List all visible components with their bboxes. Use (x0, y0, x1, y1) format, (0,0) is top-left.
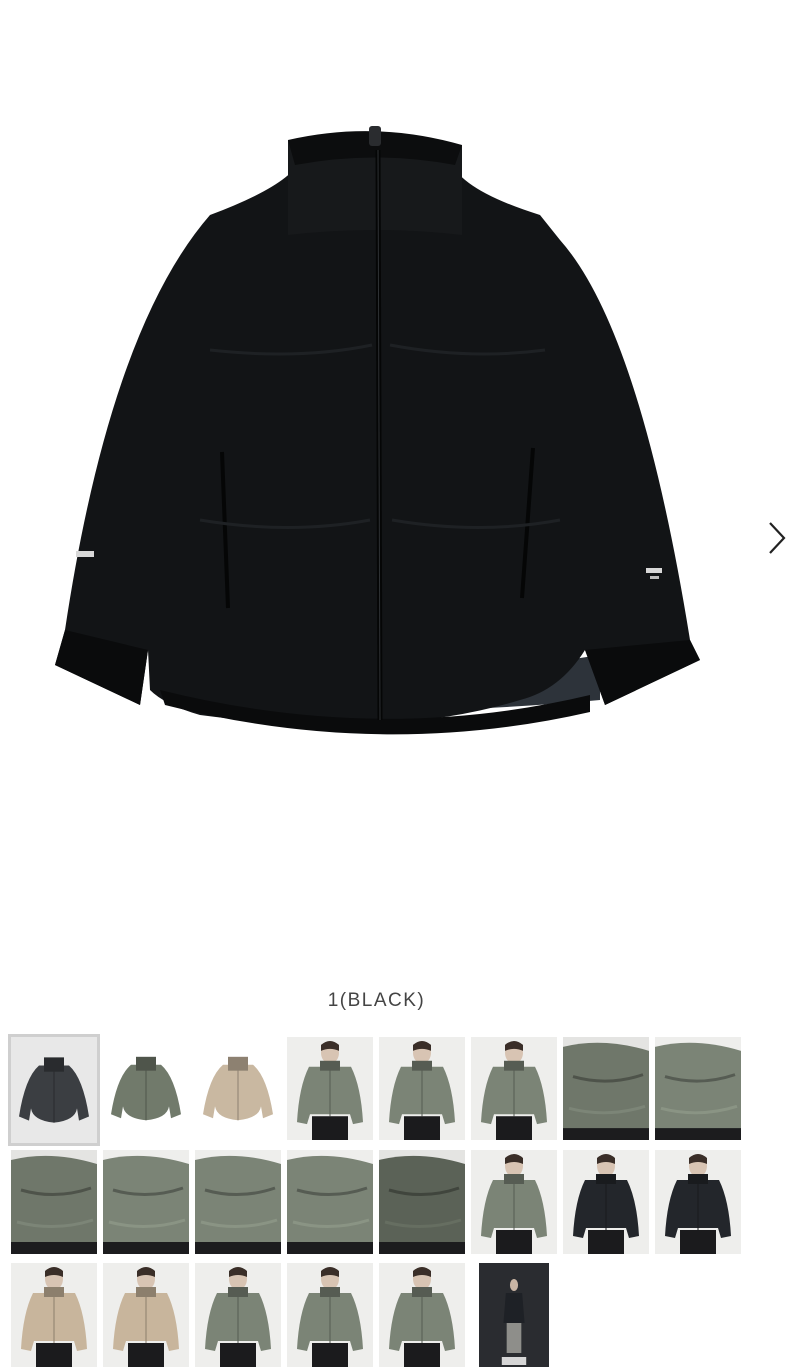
thumbnail-jacket-beige-front[interactable] (195, 1037, 281, 1140)
thumbnail-model-beige-front[interactable] (11, 1263, 97, 1367)
jacket-olive-front-image (111, 1056, 181, 1121)
thumbnail-olive-collar-detail[interactable] (563, 1037, 649, 1140)
thumbnail-olive-arm-logo[interactable] (287, 1150, 373, 1254)
model-olive-back-image (481, 1040, 547, 1140)
thumbnail-olive-cuff-detail[interactable] (11, 1150, 97, 1254)
thumbnail-model-studio-full[interactable] (479, 1263, 549, 1367)
model-olive-hood-image (481, 1154, 547, 1254)
olive-arm-logo-image (287, 1155, 373, 1254)
olive-cuff-detail-image (11, 1155, 97, 1254)
thumbnail-olive-sleeve-back[interactable] (103, 1150, 189, 1254)
thumbnail-gallery (0, 1034, 793, 1367)
thumbnail-model-olive-hood[interactable] (471, 1150, 557, 1254)
thumbnail-model-black-back[interactable] (655, 1150, 741, 1254)
chevron-right-icon (769, 522, 786, 554)
thumbnail-model-olive-front[interactable] (287, 1037, 373, 1140)
main-product-image[interactable] (0, 0, 793, 970)
model-olive-front-2-image (205, 1267, 271, 1367)
model-beige-front-image (21, 1267, 87, 1367)
thumbnail-jacket-charcoal-front[interactable] (8, 1034, 100, 1146)
jacket-beige-front-image (203, 1056, 273, 1121)
next-image-button[interactable] (760, 515, 793, 561)
olive-lining-open-image (379, 1155, 465, 1254)
thumbnail-model-olive-front-2[interactable] (195, 1263, 281, 1367)
model-olive-side-image (389, 1040, 455, 1140)
thumbnail-model-black-front[interactable] (563, 1150, 649, 1254)
thumbnail-jacket-olive-front[interactable] (103, 1037, 189, 1140)
model-black-back-image (665, 1154, 731, 1254)
model-beige-back-image (113, 1267, 179, 1367)
model-olive-side-2-image (297, 1267, 363, 1367)
thumbnail-model-olive-back-2[interactable] (379, 1263, 465, 1367)
thumbnail-olive-lining-open[interactable] (379, 1150, 465, 1254)
jacket-charcoal-front-image (19, 1057, 89, 1123)
color-caption: 1(BLACK) (327, 990, 426, 1011)
thumbnail-model-olive-side-2[interactable] (287, 1263, 373, 1367)
model-studio-full-image (479, 1263, 549, 1367)
model-black-front-image (573, 1154, 639, 1254)
olive-collar-detail-image (563, 1042, 649, 1140)
model-olive-back-2-image (389, 1267, 455, 1367)
thumbnail-model-olive-side[interactable] (379, 1037, 465, 1140)
olive-sleeve-detail-image (655, 1042, 741, 1140)
thumbnail-olive-pocket-detail[interactable] (195, 1150, 281, 1254)
model-olive-front-image (297, 1040, 363, 1140)
olive-pocket-detail-image (195, 1155, 281, 1254)
thumbnail-model-olive-back[interactable] (471, 1037, 557, 1140)
thumbnail-olive-sleeve-detail[interactable] (655, 1037, 741, 1140)
thumbnail-model-beige-back[interactable] (103, 1263, 189, 1367)
black-jacket-photo (55, 126, 700, 735)
olive-sleeve-back-image (103, 1155, 189, 1254)
